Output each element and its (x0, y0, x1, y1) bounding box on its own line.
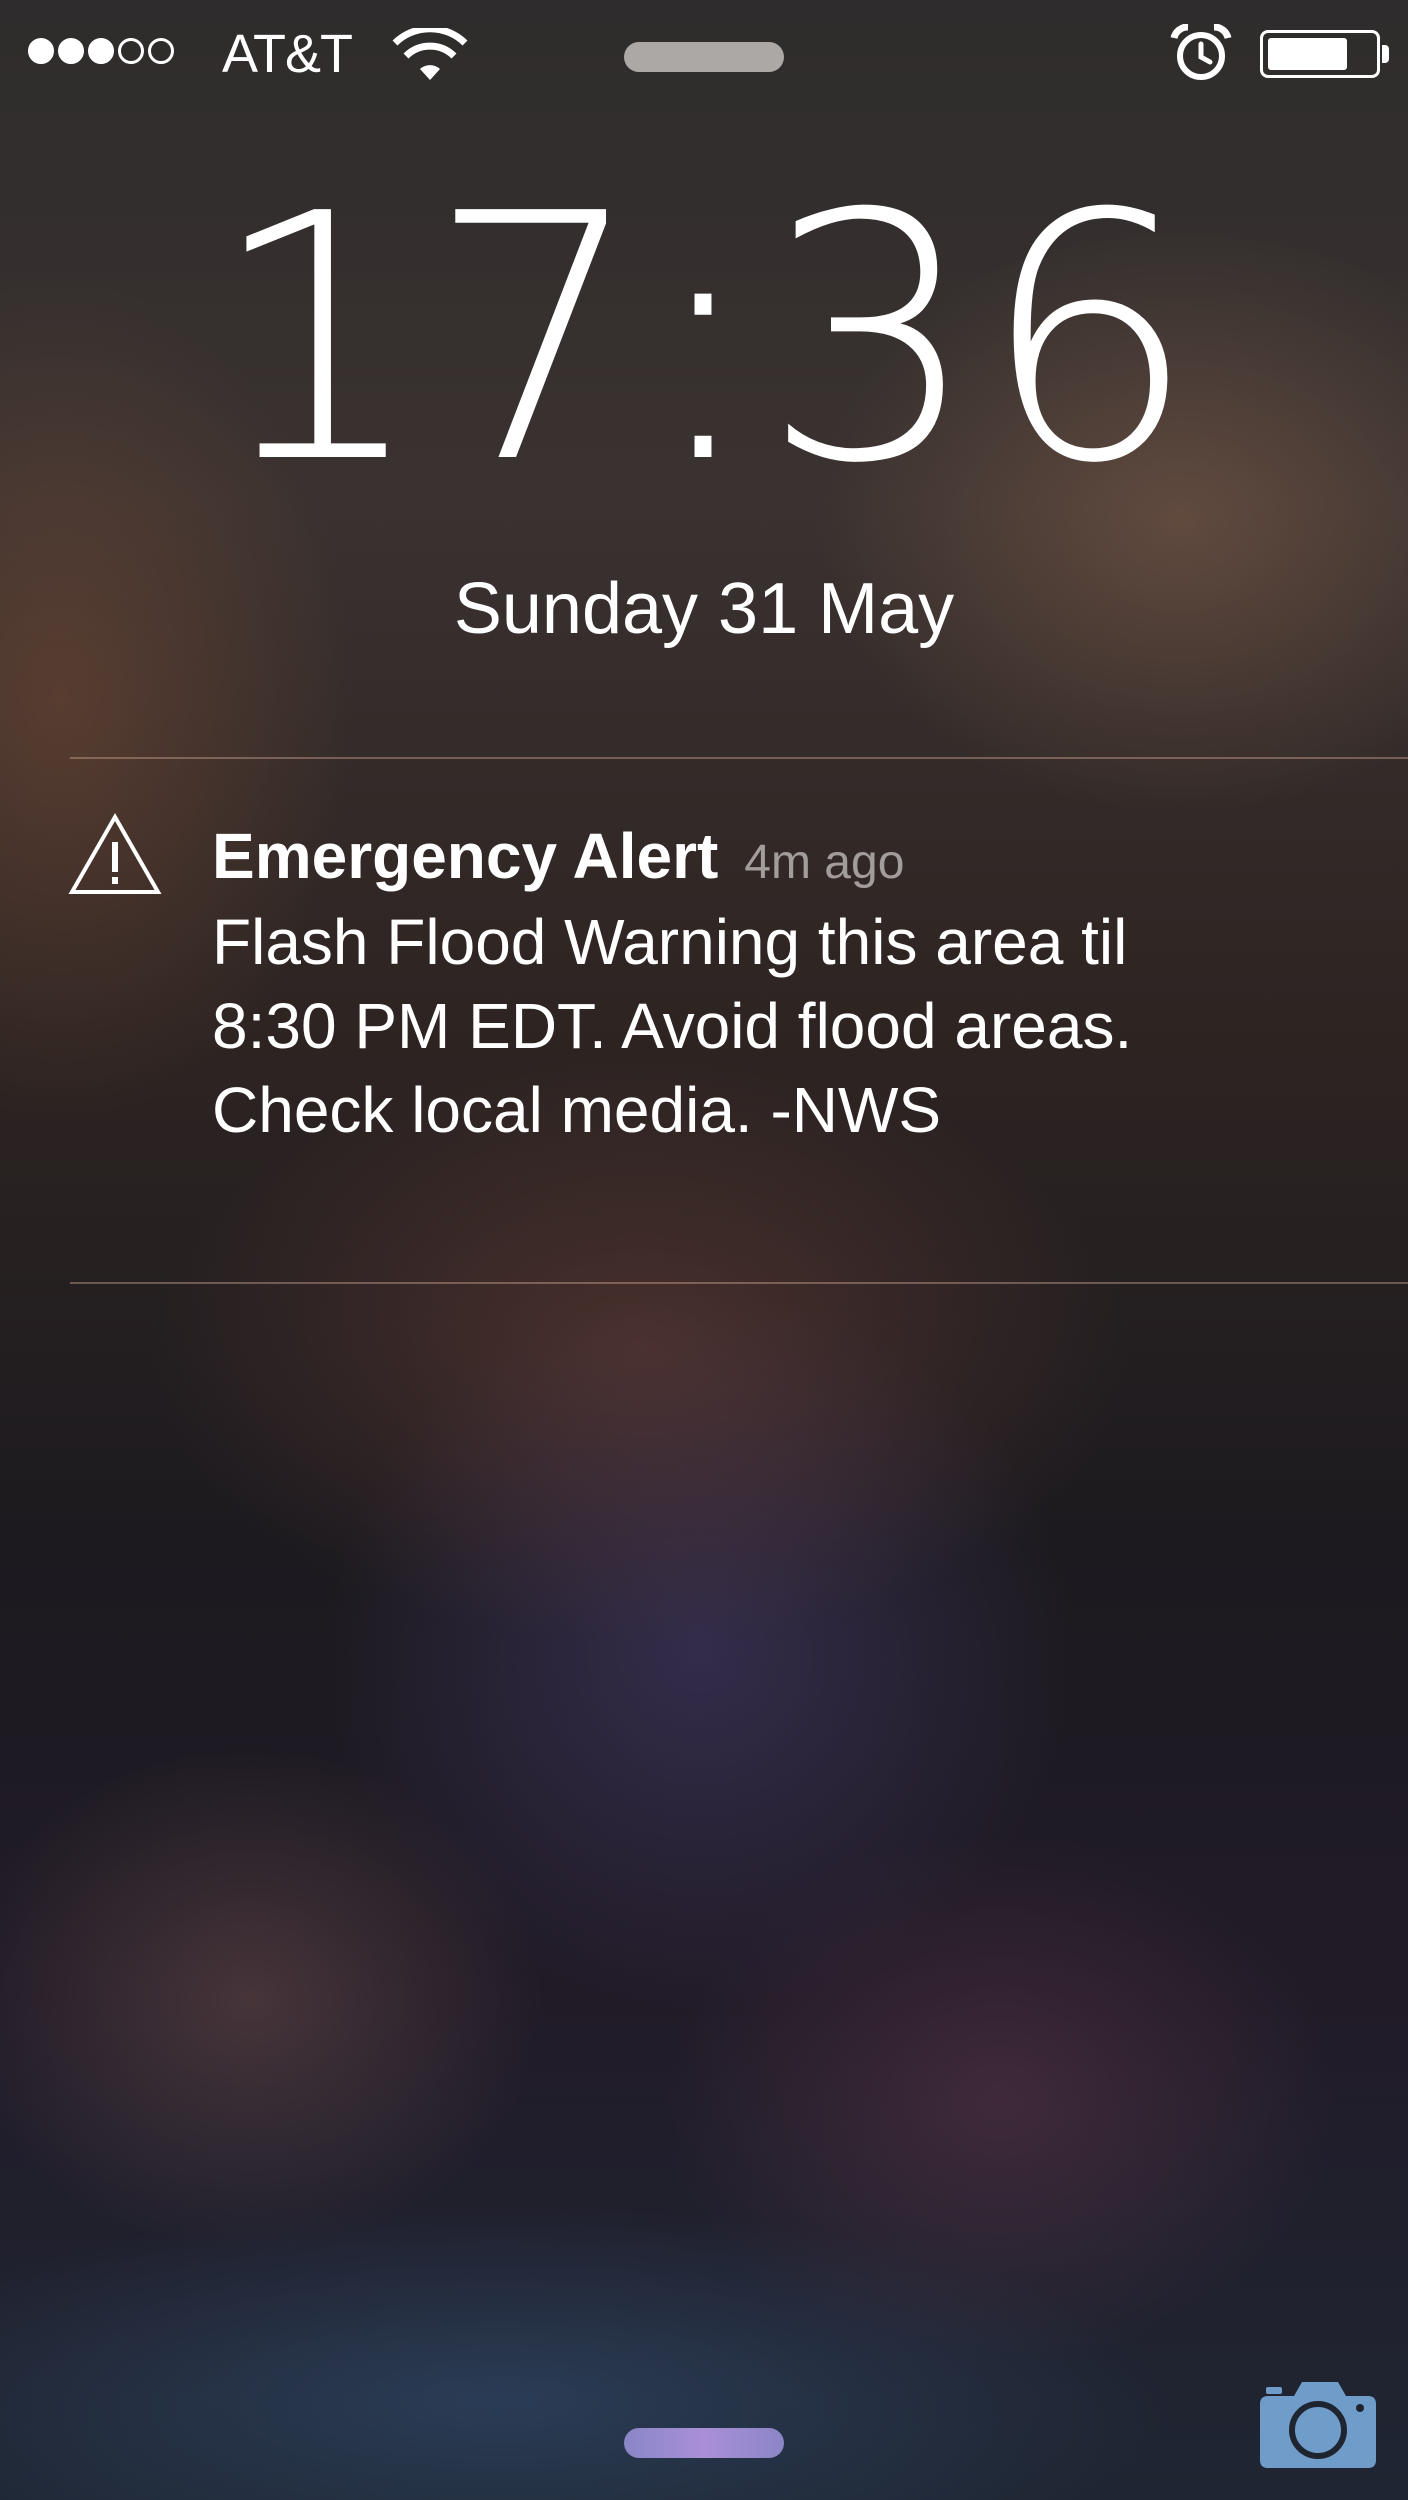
lock-screen: AT&T 17:36 Sunday 31 May Emergency Alert… (0, 0, 1408, 2500)
battery-nub (1382, 45, 1389, 63)
signal-dot-filled (88, 38, 114, 64)
signal-dot-empty (118, 38, 144, 64)
wifi-icon (392, 28, 468, 80)
signal-dot-filled (28, 38, 54, 64)
control-center-grabber[interactable] (624, 2428, 784, 2458)
notification-time: 4m ago (744, 836, 905, 889)
notification-body-line: Check local media. -NWS (212, 1074, 942, 1146)
notification-title: Emergency Alert (212, 820, 719, 892)
battery-fill (1268, 38, 1347, 70)
carrier-name: AT&T (222, 24, 353, 84)
notification-body-line: 8:30 PM EDT. Avoid flood areas. (212, 990, 1133, 1062)
camera-icon[interactable] (1256, 2374, 1380, 2470)
signal-strength-icon (28, 38, 174, 64)
notification-body: Flash Flood Warning this area til 8:30 P… (212, 900, 1352, 1152)
lock-screen-date: Sunday 31 May (453, 569, 955, 649)
notification-divider-bottom (70, 1282, 1408, 1284)
warning-triangle-icon (68, 812, 162, 894)
notification-body-line: Flash Flood Warning this area til (212, 906, 1128, 978)
notification-center-grabber[interactable] (624, 42, 784, 72)
alarm-clock-icon (1170, 24, 1232, 80)
notification-header: Emergency Alert 4m ago (212, 818, 904, 894)
lock-screen-time: 17:36 (209, 142, 1199, 538)
signal-dot-filled (58, 38, 84, 64)
battery-icon (1260, 30, 1389, 78)
notification-divider-top (70, 757, 1408, 759)
status-bar: AT&T (0, 0, 1408, 110)
signal-dot-empty (148, 38, 174, 64)
